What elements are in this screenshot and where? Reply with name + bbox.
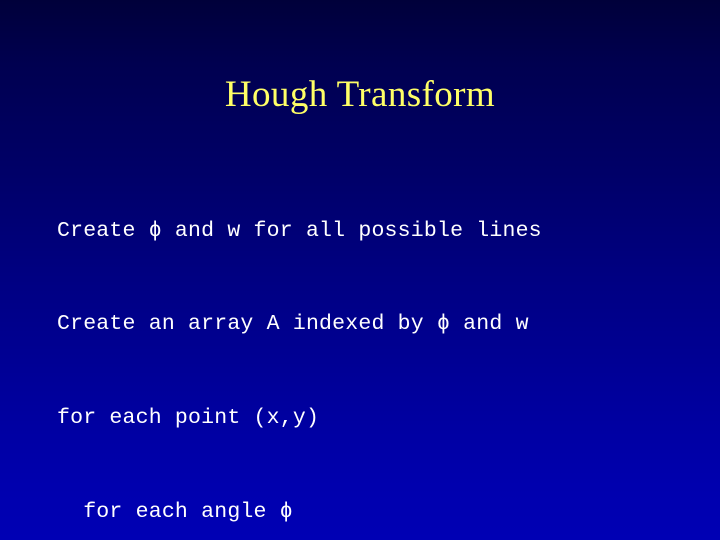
code-line: Create ϕ and w for all possible lines — [57, 218, 542, 243]
code-line: Create an array A indexed by ϕ and w — [57, 312, 529, 337]
presentation-slide: Hough Transform Create ϕ and w for all p… — [0, 0, 720, 540]
pseudocode-block: Create ϕ and w for all possible lines Cr… — [57, 153, 677, 540]
code-line: for each point (x,y) — [57, 406, 320, 431]
page-title: Hough Transform — [224, 74, 496, 115]
code-line: for each angle ϕ — [57, 500, 293, 525]
